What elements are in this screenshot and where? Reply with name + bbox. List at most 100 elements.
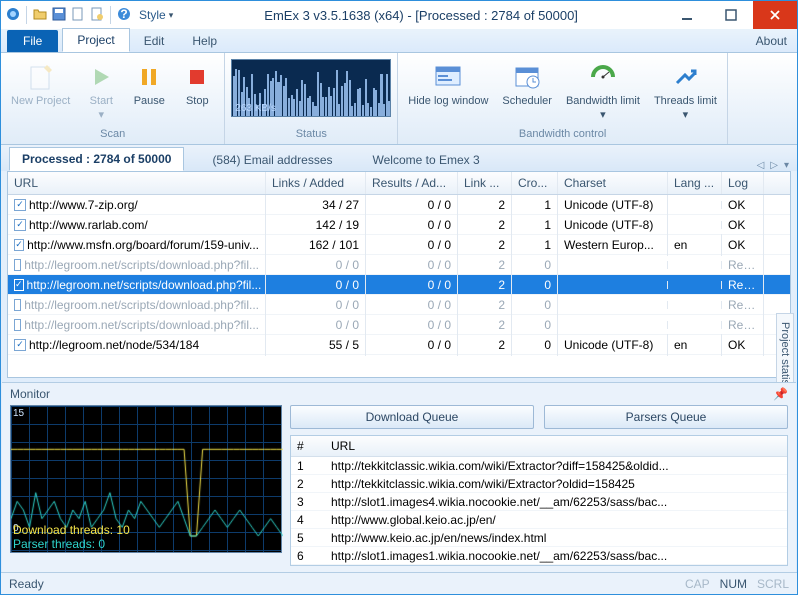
checkbox-icon[interactable]: ✓ <box>14 339 26 351</box>
side-tab-statistics[interactable]: Project statistics <box>776 313 794 382</box>
table-row[interactable]: ✓http://www.7-zip.org/34 / 270 / 021Unic… <box>8 195 790 215</box>
help-icon[interactable]: ? <box>116 6 132 25</box>
scheduler-button[interactable]: Scheduler <box>498 59 556 109</box>
status-cap: CAP <box>685 577 710 591</box>
checkbox-icon[interactable]: ✓ <box>14 239 24 251</box>
parser-threads-label: Parser threads: 0 <box>13 537 105 551</box>
col-links-added[interactable]: Links / Added <box>266 172 366 194</box>
threads-limit-button[interactable]: Threads limit▾ <box>650 59 721 123</box>
new-project-button[interactable]: New Project <box>7 59 74 109</box>
chevron-down-icon: ▾ <box>600 109 606 121</box>
col-results-added[interactable]: Results / Ad... <box>366 172 458 194</box>
download-threads-label: Download threads: 10 <box>13 523 130 537</box>
document-icon[interactable] <box>70 6 86 25</box>
close-button[interactable] <box>753 1 797 29</box>
start-button[interactable]: Start▾ <box>80 59 122 123</box>
tab-help[interactable]: Help <box>178 30 231 52</box>
play-icon <box>85 61 117 93</box>
tab-menu-icon[interactable]: ▾ <box>784 160 789 171</box>
list-item[interactable]: 6http://slot1.images1.wikia.nocookie.net… <box>291 547 787 565</box>
status-num: NUM <box>720 577 747 591</box>
ribbon: New Project Start▾ Pause Stop Scan <box>1 53 797 145</box>
open-icon[interactable] <box>32 6 48 25</box>
pause-icon <box>133 61 165 93</box>
status-ready: Ready <box>9 577 44 591</box>
tab-emails[interactable]: (584) Email addresses <box>200 149 344 171</box>
checkbox-icon[interactable]: ✓ <box>14 279 24 291</box>
checkbox-icon[interactable]: ✓ <box>14 199 26 211</box>
hide-log-icon <box>432 61 464 93</box>
checkbox-icon[interactable] <box>14 299 21 311</box>
download-queue-button[interactable]: Download Queue <box>290 405 534 429</box>
stop-icon <box>181 61 213 93</box>
tab-edit[interactable]: Edit <box>130 30 179 52</box>
qcol-number[interactable]: # <box>291 436 325 456</box>
table-row[interactable]: ✓http://www.rarlab.com/142 / 190 / 021Un… <box>8 215 790 235</box>
grid-header: URL Links / Added Results / Ad... Link .… <box>8 172 790 195</box>
url-grid: URL Links / Added Results / Ad... Link .… <box>7 171 791 378</box>
checkbox-icon[interactable]: ✓ <box>14 219 26 231</box>
checkbox-icon[interactable] <box>14 259 21 271</box>
tab-project[interactable]: Project <box>62 28 129 52</box>
hide-log-button[interactable]: Hide log window <box>404 59 492 109</box>
pause-button[interactable]: Pause <box>128 59 170 109</box>
window-title: EmEx 3 v3.5.1638 (x64) - [Processed : 27… <box>177 8 665 23</box>
about-link[interactable]: About <box>746 30 797 52</box>
tab-prev-icon[interactable]: ◁ <box>757 160 765 171</box>
ribbon-tabs: File Project Edit Help About <box>1 29 797 53</box>
monitor-graph: 15 0 Download threads: 10 Parser threads… <box>10 405 282 553</box>
status-scrl: SCRL <box>757 577 789 591</box>
list-item[interactable]: 4http://www.global.keio.ac.jp/en/ <box>291 511 787 529</box>
table-row[interactable]: ✓http://www.msfn.org/board/forum/159-uni… <box>8 235 790 255</box>
save-icon[interactable] <box>51 6 67 25</box>
col-link[interactable]: Link ... <box>458 172 512 194</box>
document-star-icon[interactable] <box>89 6 105 25</box>
chevron-down-icon: ▾ <box>683 109 689 121</box>
col-cro[interactable]: Cro... <box>512 172 558 194</box>
table-row[interactable]: ✓http://legroom.net/scripts/download.php… <box>8 275 790 295</box>
quick-access-toolbar: ? Style▾ <box>5 6 177 25</box>
content-tabs: Processed : 2784 of 50000 (584) Email ad… <box>1 145 797 171</box>
maximize-button[interactable] <box>709 1 753 29</box>
qcol-url[interactable]: URL <box>325 436 787 456</box>
table-row[interactable]: ✓http://legroom.net/node/534/18455 / 50 … <box>8 335 790 355</box>
svg-text:?: ? <box>120 7 127 21</box>
new-project-icon <box>25 61 57 93</box>
tab-next-icon[interactable]: ▷ <box>770 160 778 171</box>
threads-icon <box>669 61 701 93</box>
list-item[interactable]: 2http://tekkitclassic.wikia.com/wiki/Ext… <box>291 475 787 493</box>
pin-icon[interactable]: 📌 <box>773 387 788 401</box>
stop-button[interactable]: Stop <box>176 59 218 109</box>
list-item[interactable]: 1http://tekkitclassic.wikia.com/wiki/Ext… <box>291 457 787 475</box>
col-charset[interactable]: Charset <box>558 172 668 194</box>
list-item[interactable]: 3http://slot1.images4.wikia.nocookie.net… <box>291 493 787 511</box>
col-log[interactable]: Log <box>722 172 764 194</box>
minimize-button[interactable] <box>665 1 709 29</box>
table-row[interactable]: http://legroom.net/scripts/download.php?… <box>8 315 790 335</box>
list-item[interactable]: 5http://www.keio.ac.jp/en/news/index.htm… <box>291 529 787 547</box>
title-bar: ? Style▾ EmEx 3 v3.5.1638 (x64) - [Proce… <box>1 1 797 29</box>
style-dropdown[interactable]: Style▾ <box>135 8 177 22</box>
tab-file[interactable]: File <box>7 30 58 52</box>
chevron-down-icon: ▾ <box>169 10 174 21</box>
status-graph: 263 KB/s <box>231 59 391 117</box>
status-rate: 263 KB/s <box>235 103 276 114</box>
table-row[interactable]: http://legroom.net/scripts/download.php?… <box>8 295 790 315</box>
group-bandwidth-label: Bandwidth control <box>404 128 721 142</box>
chevron-down-icon: ▾ <box>99 109 105 121</box>
tab-processed[interactable]: Processed : 2784 of 50000 <box>9 147 184 171</box>
queue-grid: # URL 1http://tekkitclassic.wikia.com/wi… <box>290 435 788 566</box>
tab-welcome[interactable]: Welcome to Emex 3 <box>361 149 492 171</box>
col-url[interactable]: URL <box>8 172 266 194</box>
scheduler-icon <box>511 61 543 93</box>
group-scan-label: Scan <box>7 128 218 142</box>
bandwidth-limit-button[interactable]: Bandwidth limit▾ <box>562 59 644 123</box>
col-lang[interactable]: Lang ... <box>668 172 722 194</box>
table-row[interactable]: http://legroom.net/scripts/download.php?… <box>8 255 790 275</box>
parsers-queue-button[interactable]: Parsers Queue <box>544 405 788 429</box>
monitor-title: Monitor <box>10 387 50 401</box>
bandwidth-icon <box>587 61 619 93</box>
checkbox-icon[interactable] <box>14 319 21 331</box>
status-bar: Ready CAP NUM SCRL <box>1 572 797 594</box>
app-icon <box>5 6 21 25</box>
